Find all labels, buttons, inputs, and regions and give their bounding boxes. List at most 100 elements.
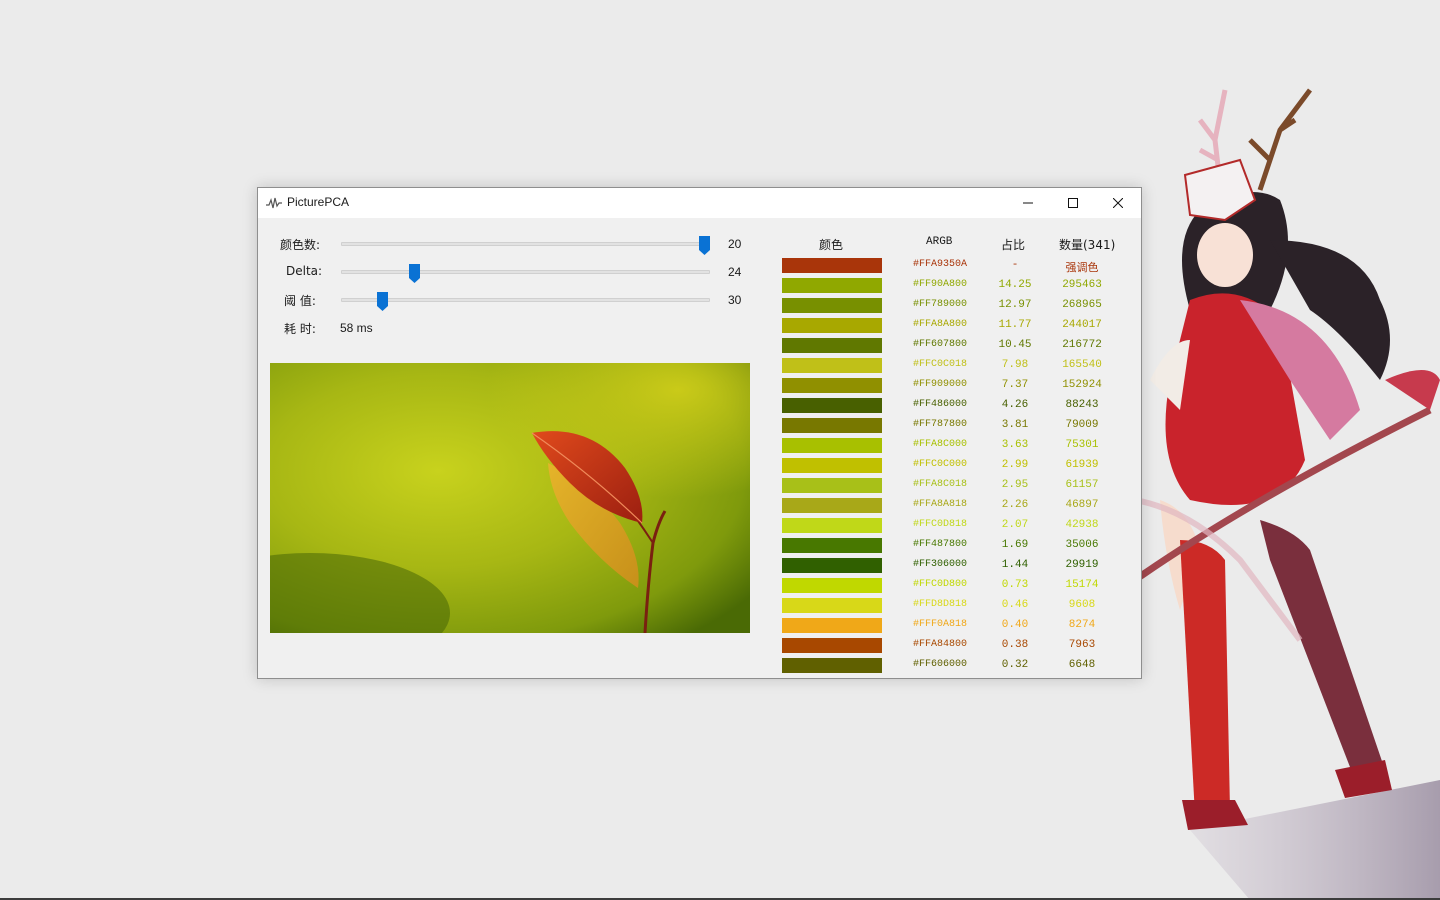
wallpaper-character-illustration [1133, 88, 1440, 900]
argb-cell: #FF909000 [912, 379, 967, 390]
count-cell: 79009 [1065, 419, 1099, 431]
argb-cell: #FFA9350A [912, 259, 967, 270]
color-swatch [782, 638, 882, 653]
count-cell: 7963 [1068, 639, 1096, 651]
table-row: #FF909000 7.37 152924 [782, 377, 1142, 397]
table-row: #FF90A800 14.25 295463 [782, 277, 1142, 297]
threshold-slider-thumb[interactable] [376, 292, 388, 311]
argb-cell: #FFA8A818 [912, 499, 967, 510]
delta-slider-track[interactable] [341, 270, 710, 274]
ratio-cell: 7.37 [1001, 379, 1029, 391]
argb-cell: #FFC0C000 [912, 459, 967, 470]
color-count-slider-thumb[interactable] [699, 236, 710, 255]
ratio-cell: 3.63 [1001, 439, 1029, 451]
close-button[interactable] [1095, 188, 1141, 218]
table-row: #FF787800 3.81 79009 [782, 417, 1142, 437]
argb-cell: #FFF0A818 [912, 619, 967, 630]
table-row: #FFF0A818 0.40 8274 [782, 617, 1142, 637]
count-cell: 216772 [1062, 339, 1102, 351]
table-row: #FF606000 0.32 6648 [782, 657, 1142, 677]
ratio-cell: 0.32 [1001, 659, 1029, 671]
ratio-cell: 7.98 [1001, 359, 1029, 371]
color-swatch [782, 278, 882, 293]
table-row: #FF487800 1.69 35006 [782, 537, 1142, 557]
threshold-value: 30 [728, 293, 742, 307]
argb-cell: #FF606000 [912, 659, 967, 670]
argb-cell: #FF487800 [912, 539, 967, 550]
color-swatch [782, 378, 882, 393]
color-count-value: 20 [728, 237, 742, 251]
minimize-button[interactable] [1005, 188, 1051, 218]
argb-cell: #FF90A800 [912, 279, 967, 290]
delta-label: Delta: [286, 264, 323, 278]
argb-cell: #FF607800 [912, 339, 967, 350]
color-swatch [782, 658, 882, 673]
ratio-cell: 1.69 [1001, 539, 1029, 551]
maximize-button[interactable] [1050, 188, 1096, 218]
table-row: #FFA8C018 2.95 61157 [782, 477, 1142, 497]
delta-slider-thumb[interactable] [409, 264, 421, 283]
table-row: #FF486000 4.26 88243 [782, 397, 1142, 417]
elapsed-value: 58 ms [340, 321, 373, 335]
count-cell: 8274 [1068, 619, 1096, 631]
count-cell: 9608 [1068, 599, 1096, 611]
color-count-label: 颜色数: [280, 238, 321, 252]
ratio-cell: 0.38 [1001, 639, 1029, 651]
color-swatch [782, 258, 882, 273]
ratio-cell: - [1011, 259, 1019, 271]
color-swatch [782, 478, 882, 493]
table-row: #FFA84800 0.38 7963 [782, 637, 1142, 657]
count-cell: 35006 [1065, 539, 1099, 551]
argb-cell: #FFD8D818 [912, 599, 967, 610]
color-swatch [782, 458, 882, 473]
count-cell: 88243 [1065, 399, 1099, 411]
close-icon [1113, 198, 1123, 208]
table-row: #FFA8A800 11.77 244017 [782, 317, 1142, 337]
source-photo [270, 363, 750, 633]
ratio-cell: 4.26 [1001, 399, 1029, 411]
argb-cell: #FFA8C000 [912, 439, 967, 450]
count-cell: 152924 [1062, 379, 1102, 391]
color-swatch [782, 498, 882, 513]
table-row: #FF306000 1.44 29919 [782, 557, 1142, 577]
count-cell: 75301 [1065, 439, 1099, 451]
header-ratio: 占比 [1001, 238, 1026, 252]
ratio-cell: 0.73 [1001, 579, 1029, 591]
title-bar[interactable]: PicturePCA [258, 188, 1141, 218]
table-row: #FF607800 10.45 216772 [782, 337, 1142, 357]
palette-table: #FFA9350A - 强调色 #FF90A800 14.25 295463 #FF7890… [782, 257, 1142, 677]
header-argb: ARGB [926, 236, 953, 248]
argb-cell: #FFC0C018 [912, 359, 967, 370]
ratio-cell: 2.26 [1001, 499, 1029, 511]
argb-cell: #FFA8A800 [912, 319, 967, 330]
color-swatch [782, 318, 882, 333]
delta-value: 24 [728, 265, 742, 279]
color-swatch [782, 338, 882, 353]
count-cell: 244017 [1062, 319, 1102, 331]
table-row: #FFC0D800 0.73 15174 [782, 577, 1142, 597]
count-cell: 29919 [1065, 559, 1099, 571]
color-swatch [782, 518, 882, 533]
count-cell: 42938 [1065, 519, 1099, 531]
ratio-cell: 14.25 [998, 279, 1032, 291]
color-swatch [782, 418, 882, 433]
argb-cell: #FFA84800 [912, 639, 967, 650]
color-swatch [782, 538, 882, 553]
ratio-cell: 2.99 [1001, 459, 1029, 471]
table-row: #FFA9350A - 强调色 [782, 257, 1142, 277]
color-swatch [782, 558, 882, 573]
color-swatch [782, 398, 882, 413]
threshold-slider-track[interactable] [341, 298, 710, 302]
table-row: #FFC0D818 2.07 42938 [782, 517, 1142, 537]
color-swatch [782, 358, 882, 373]
table-row: #FFD8D818 0.46 9608 [782, 597, 1142, 617]
table-row: #FFC0C018 7.98 165540 [782, 357, 1142, 377]
count-cell: 61157 [1065, 479, 1099, 491]
color-swatch [782, 598, 882, 613]
waveform-icon [266, 197, 282, 209]
count-cell: 295463 [1062, 279, 1102, 291]
argb-cell: #FF486000 [912, 399, 967, 410]
count-cell: 61939 [1065, 459, 1099, 471]
color-count-slider-track[interactable] [341, 242, 710, 246]
header-color: 颜色 [819, 238, 844, 252]
